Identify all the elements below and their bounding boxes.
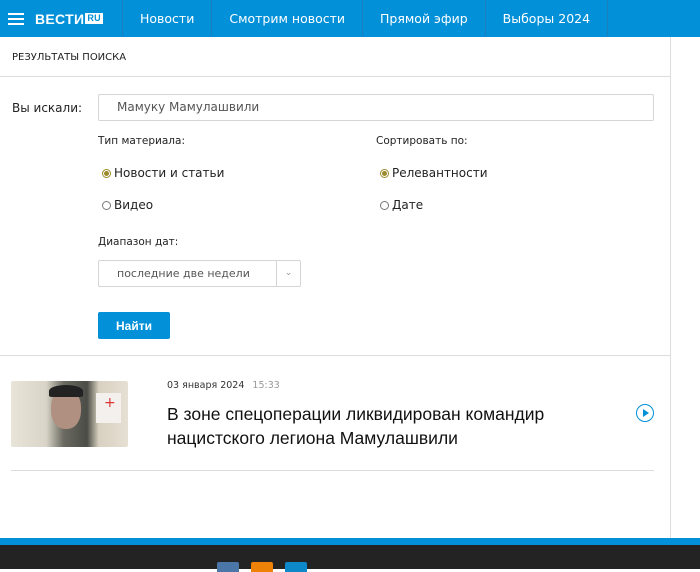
radio-relevance[interactable]: Релевантности xyxy=(380,166,488,180)
radio-date[interactable]: Дате xyxy=(380,198,423,212)
logo-suffix: RU xyxy=(85,13,103,24)
logo[interactable]: ВЕСТИ RU xyxy=(35,0,123,37)
date-range-select[interactable]: последние две недели ⌄ xyxy=(98,260,301,287)
chevron-down-icon[interactable]: ⌄ xyxy=(276,261,300,286)
top-navigation: ВЕСТИ RU Новости Смотрим новости Прямой э… xyxy=(0,0,700,37)
result-date: 03 января 2024 xyxy=(167,380,245,391)
type-label: Тип материала: xyxy=(98,135,185,147)
menu-icon[interactable] xyxy=(8,12,24,25)
logo-text: ВЕСТИ xyxy=(35,10,85,27)
divider xyxy=(0,355,671,356)
vk-icon[interactable] xyxy=(217,562,239,572)
nav-watch-news[interactable]: Смотрим новости xyxy=(212,0,364,37)
nav-live[interactable]: Прямой эфир xyxy=(363,0,486,37)
nav-news[interactable]: Новости xyxy=(123,0,213,37)
radio-news-articles[interactable]: Новости и статьи xyxy=(102,166,224,180)
nav-elections[interactable]: Выборы 2024 xyxy=(486,0,609,37)
footer xyxy=(0,545,700,572)
radio-checked-icon xyxy=(380,168,389,178)
result-headline[interactable]: В зоне спецоперации ликвидирован команди… xyxy=(167,402,607,450)
sort-label: Сортировать по: xyxy=(376,135,468,147)
select-value: последние две недели xyxy=(117,267,250,280)
result-meta: 03 января 2024 15:33 xyxy=(167,380,280,391)
radio-label: Дате xyxy=(392,198,424,212)
page-title: РЕЗУЛЬТАТЫ ПОИСКА xyxy=(12,52,127,63)
search-input[interactable]: Мамуку Мамулашвили xyxy=(98,94,654,121)
radio-video[interactable]: Видео xyxy=(102,198,153,212)
radio-checked-icon xyxy=(102,168,111,178)
radio-label: Релевантности xyxy=(392,166,488,180)
result-time: 15:33 xyxy=(252,380,280,391)
play-icon[interactable] xyxy=(636,404,654,422)
divider xyxy=(0,76,671,77)
range-label: Диапазон дат: xyxy=(98,236,179,248)
radio-label: Видео xyxy=(114,198,154,212)
radio-unchecked-icon xyxy=(102,200,111,210)
footer-accent xyxy=(0,538,700,545)
odnoklassniki-icon[interactable] xyxy=(251,562,273,572)
divider xyxy=(11,470,654,471)
result-thumbnail[interactable] xyxy=(11,381,128,447)
telegram-icon[interactable] xyxy=(285,562,307,572)
radio-label: Новости и статьи xyxy=(114,166,225,180)
query-label: Вы искали: xyxy=(12,101,83,115)
search-results-panel: РЕЗУЛЬТАТЫ ПОИСКА Вы искали: Мамуку Маму… xyxy=(0,37,671,538)
search-button[interactable]: Найти xyxy=(98,312,170,339)
radio-unchecked-icon xyxy=(380,200,389,210)
